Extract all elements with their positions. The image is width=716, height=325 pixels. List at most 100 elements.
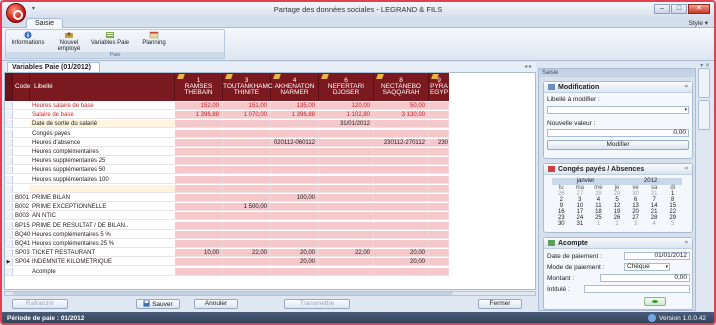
cell-value[interactable] — [429, 166, 449, 175]
conges-header[interactable]: Congés payés / Absences ≈ — [544, 164, 692, 175]
scrollbar-thumb[interactable] — [13, 292, 453, 295]
cell-value[interactable] — [175, 157, 223, 166]
cell-value[interactable]: 230112-270112 — [374, 138, 429, 147]
table-row[interactable]: Congés payés — [5, 129, 449, 138]
cell-value[interactable] — [271, 129, 319, 138]
cell-value[interactable] — [175, 184, 223, 193]
cell-code[interactable]: BP15 — [13, 222, 30, 230]
cell-value[interactable]: 20,00 — [271, 258, 319, 267]
cell-label[interactable]: Salaire de base — [30, 111, 175, 120]
cell-code[interactable] — [13, 176, 30, 184]
cell-label[interactable]: TICKET RESTAURANT — [30, 249, 175, 258]
cell-value[interactable] — [271, 148, 319, 156]
cell-code[interactable]: BQ40 — [13, 231, 30, 239]
cell-value[interactable] — [429, 102, 449, 110]
cell-value[interactable] — [429, 221, 449, 230]
cell-value[interactable] — [374, 221, 429, 230]
cell-label[interactable]: Heures complémentaires — [30, 148, 175, 156]
cell-value[interactable] — [319, 212, 374, 221]
cell-label[interactable]: PRIME DE RESULTAT / DE BILAN.. — [30, 222, 175, 230]
cell-value[interactable] — [223, 175, 271, 184]
cell-code[interactable]: SP03 — [13, 249, 30, 258]
cell-code[interactable] — [13, 102, 30, 110]
table-row[interactable]: SP03 TICKET RESTAURANT 10,00 22,00 20,00 22,0… — [5, 249, 449, 258]
cell-value[interactable]: 020112-060112 — [271, 138, 319, 147]
table-row[interactable]: B001 PRIME BILAN 100,00 — [5, 194, 449, 202]
calendar-day[interactable]: 1 — [589, 221, 608, 227]
table-row[interactable]: Heures d'absence 020112-060112 230112-2701… — [5, 138, 449, 147]
cell-code[interactable]: B003 — [13, 212, 30, 221]
cell-value[interactable]: 20,00 — [374, 258, 429, 267]
cell-value[interactable] — [429, 111, 449, 120]
cell-code[interactable] — [13, 130, 30, 138]
table-row[interactable]: BQ41 Heures complémentaires 25 % — [5, 240, 449, 248]
cell-value[interactable] — [271, 221, 319, 230]
cell-value[interactable]: 152,00 — [175, 102, 223, 110]
table-row[interactable]: Heures supplémentaires 25 — [5, 157, 449, 166]
cell-value[interactable] — [319, 203, 374, 212]
cell-value[interactable] — [271, 267, 319, 276]
cell-value[interactable]: 230 — [429, 138, 449, 147]
table-row[interactable]: B002 PRIME EXCEPTIONNELLE 1 500,00 — [5, 203, 449, 212]
cell-value[interactable] — [223, 157, 271, 166]
cell-value[interactable] — [175, 166, 223, 175]
cell-value[interactable] — [374, 148, 429, 156]
cell-value[interactable] — [175, 138, 223, 147]
close-button[interactable]: Fermer — [478, 299, 522, 309]
label-to-modify-select[interactable]: ▾ — [547, 106, 689, 114]
cell-value[interactable] — [319, 240, 374, 248]
calendar-month[interactable]: janvier — [577, 178, 595, 185]
cell-value[interactable] — [319, 129, 374, 138]
cell-value[interactable] — [223, 120, 271, 129]
save-button[interactable]: Sauver — [136, 299, 180, 309]
cell-value[interactable] — [374, 212, 429, 221]
cell-value[interactable] — [223, 194, 271, 202]
cell-label[interactable]: Heures supplémentaires 25 — [30, 157, 175, 166]
cell-value[interactable] — [175, 203, 223, 212]
payment-mode-select[interactable]: Chèque ▾ — [624, 263, 670, 271]
cell-value[interactable]: 151,00 — [223, 102, 271, 110]
cell-label[interactable] — [30, 184, 175, 193]
validate-button[interactable] — [644, 297, 666, 306]
cell-label[interactable]: Heures salaire de base — [30, 102, 175, 110]
cell-value[interactable]: 20,00 — [271, 249, 319, 258]
calendar-day[interactable]: 4 — [645, 221, 664, 227]
cell-value[interactable] — [223, 129, 271, 138]
cell-value[interactable] — [374, 194, 429, 202]
cell-value[interactable]: 1 102,80 — [319, 111, 374, 120]
cell-value[interactable]: 50,00 — [374, 102, 429, 110]
cell-value[interactable]: 1 070,00 — [223, 111, 271, 120]
side-tab[interactable] — [698, 100, 710, 130]
cell-value[interactable] — [429, 240, 449, 248]
cell-value[interactable]: 100,00 — [271, 194, 319, 202]
side-tab[interactable] — [698, 68, 710, 98]
cell-value[interactable]: 10,00 — [175, 249, 223, 258]
cell-value[interactable] — [175, 148, 223, 156]
cell-value[interactable]: 135,00 — [271, 102, 319, 110]
cell-value[interactable] — [374, 157, 429, 166]
calendar-year[interactable]: 2012 — [644, 178, 657, 185]
table-row[interactable]: Heures complémentaires — [5, 148, 449, 156]
cell-value[interactable]: 1 500,00 — [223, 203, 271, 212]
new-value-input[interactable]: 0,00 — [547, 129, 689, 137]
cell-label[interactable]: AN NTIC — [30, 212, 175, 221]
cell-value[interactable] — [175, 230, 223, 239]
cell-label[interactable]: INDEMNITE KILOMETRIQUE — [30, 258, 175, 267]
cell-value[interactable]: 120,00 — [319, 102, 374, 110]
calendar-day[interactable]: 2 — [608, 221, 627, 227]
cell-value[interactable]: 22,00 — [319, 249, 374, 258]
new-employee-button[interactable]: Nouvel employé — [52, 31, 86, 52]
amount-input[interactable]: 0,00 — [600, 274, 690, 282]
cell-value[interactable] — [429, 175, 449, 184]
cell-value[interactable] — [223, 221, 271, 230]
column-header-employee[interactable]: 3 TOUTANKHAMC THINITE — [223, 73, 273, 101]
cell-value[interactable]: 3 130,00 — [374, 111, 429, 120]
table-row[interactable]: Acompte — [5, 267, 449, 276]
cell-value[interactable] — [175, 267, 223, 276]
table-row[interactable]: BP15 PRIME DE RESULTAT / DE BILAN.. — [5, 221, 449, 230]
cell-value[interactable] — [319, 267, 374, 276]
calendar-day[interactable]: 3 — [626, 221, 645, 227]
cell-value[interactable] — [429, 212, 449, 221]
cell-value[interactable] — [175, 129, 223, 138]
cell-value[interactable] — [319, 166, 374, 175]
